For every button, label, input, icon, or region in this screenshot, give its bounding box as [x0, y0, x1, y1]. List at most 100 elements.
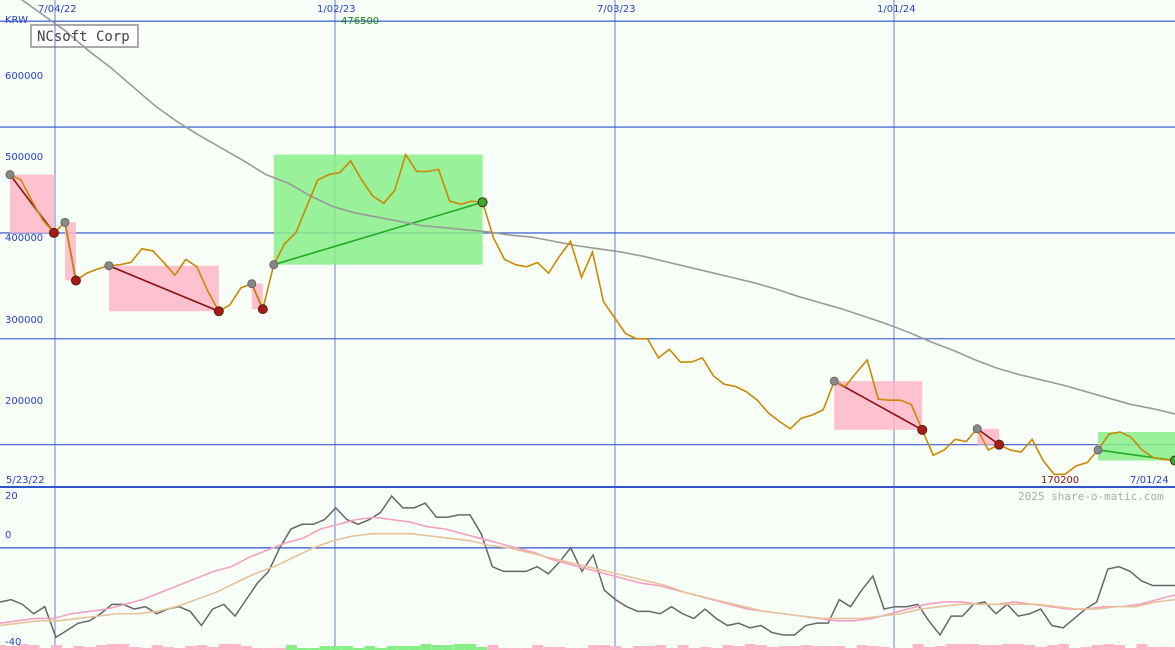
volume-bar — [95, 645, 107, 650]
watermark: 2025 share-o-matic.com — [1018, 490, 1164, 503]
x-tick-label: 7/04/22 — [38, 4, 77, 15]
osc-y-tick-label: -40 — [5, 637, 21, 648]
volume-bar — [744, 644, 756, 650]
volume-bar — [330, 646, 342, 650]
volume-bar — [946, 644, 958, 650]
y-tick-label: 600000 — [5, 71, 43, 82]
swing-start-marker — [60, 217, 70, 227]
volume-bar — [632, 646, 644, 650]
volume-bar — [800, 645, 812, 650]
volume-bar — [285, 645, 297, 650]
y-tick-label: 400000 — [5, 233, 43, 244]
volume-bar — [811, 646, 823, 650]
y-tick-label: 200000 — [5, 396, 43, 407]
volume-bar — [823, 646, 835, 650]
volume-bar — [409, 646, 421, 650]
chart-canvas: NCsoft Corp KRW 7/04/22 1/02/23 7/03/23 … — [0, 0, 1175, 650]
volume-bar — [532, 645, 544, 650]
swing-start-marker — [972, 424, 982, 434]
volume-bar — [465, 644, 476, 650]
volume-bar — [364, 646, 376, 650]
volume-bar — [1024, 645, 1036, 650]
volume-bar — [733, 646, 745, 650]
volume-bar — [610, 646, 622, 650]
swing-end-marker — [994, 439, 1005, 450]
volume-bar — [341, 646, 353, 650]
volume-bar — [1013, 644, 1025, 650]
min-value-label: 170200 — [1041, 475, 1079, 486]
volume-bar — [722, 645, 734, 650]
y-tick-label: 300000 — [5, 315, 43, 326]
volume-bar — [487, 645, 499, 650]
osc-y-tick-label: 0 — [5, 530, 11, 541]
volume-bar — [420, 644, 432, 650]
volume-bar — [1046, 645, 1058, 650]
swing-end-marker — [48, 227, 59, 238]
chart-background — [0, 0, 1175, 650]
swing-end-marker — [70, 275, 81, 286]
swing-end-marker — [477, 197, 488, 208]
swing-start-marker — [247, 279, 257, 289]
volume-bar — [789, 646, 801, 650]
swing-end-marker — [917, 424, 928, 435]
volume-bar — [397, 646, 409, 650]
volume-bar — [218, 644, 230, 650]
volume-bar — [588, 645, 600, 650]
volume-bar — [968, 644, 980, 650]
volume-bar — [778, 646, 790, 650]
volume-bar — [834, 646, 846, 650]
volume-bar — [1114, 645, 1126, 650]
volume-bar — [230, 644, 241, 650]
max-value-label: 476500 — [341, 16, 379, 27]
start-date-label: 5/23/22 — [6, 475, 45, 486]
volume-bar — [241, 646, 253, 650]
volume-bar — [106, 644, 118, 650]
currency-label: KRW — [5, 15, 28, 26]
swing-end-marker — [257, 304, 268, 315]
volume-bar — [957, 644, 969, 650]
stock-chart: NCsoft Corp KRW 7/04/22 1/02/23 7/03/23 … — [0, 0, 1175, 650]
volume-bar — [431, 645, 443, 650]
y-tick-label: 500000 — [5, 152, 43, 163]
swing-start-marker — [829, 376, 839, 386]
volume-bar — [386, 646, 398, 650]
end-date-label: 7/01/24 — [1130, 475, 1169, 486]
swing-start-marker — [5, 170, 15, 180]
swing-start-marker — [104, 261, 114, 271]
chart-title: NCsoft Corp — [37, 29, 130, 45]
volume-bar — [677, 645, 689, 650]
volume-bar — [1002, 644, 1014, 650]
x-tick-label: 7/03/23 — [597, 4, 636, 15]
volume-bar — [867, 646, 879, 650]
osc-y-tick-label: 20 — [5, 491, 18, 502]
x-tick-label: 1/02/23 — [317, 4, 356, 15]
volume-bar — [990, 645, 1002, 650]
volume-bar — [50, 645, 62, 650]
volume-bar — [599, 645, 611, 650]
swing-end-marker — [213, 306, 224, 317]
volume-bar — [856, 645, 868, 650]
volume-bar — [1102, 644, 1114, 650]
volume-bar — [1136, 644, 1148, 650]
volume-bar — [151, 645, 163, 650]
volume-bar — [1091, 645, 1103, 650]
swing-start-marker — [269, 260, 279, 270]
volume-bar — [979, 645, 991, 650]
volume-bar — [28, 645, 40, 650]
volume-bar — [319, 646, 331, 650]
volume-bar — [442, 645, 454, 650]
volume-bar — [644, 646, 656, 650]
volume-bar — [185, 646, 197, 650]
volume-bar — [935, 646, 946, 650]
swing-start-marker — [1093, 445, 1103, 455]
x-tick-label: 1/01/24 — [877, 4, 916, 15]
volume-bar — [196, 645, 208, 650]
volume-bar — [655, 645, 667, 650]
swing-end-marker — [1170, 455, 1175, 466]
volume-bar — [912, 644, 924, 650]
volume-bar — [73, 646, 85, 650]
volume-bar — [1058, 644, 1070, 650]
gain-region — [1098, 431, 1175, 461]
volume-bar — [118, 644, 130, 650]
volume-bar — [755, 645, 767, 650]
